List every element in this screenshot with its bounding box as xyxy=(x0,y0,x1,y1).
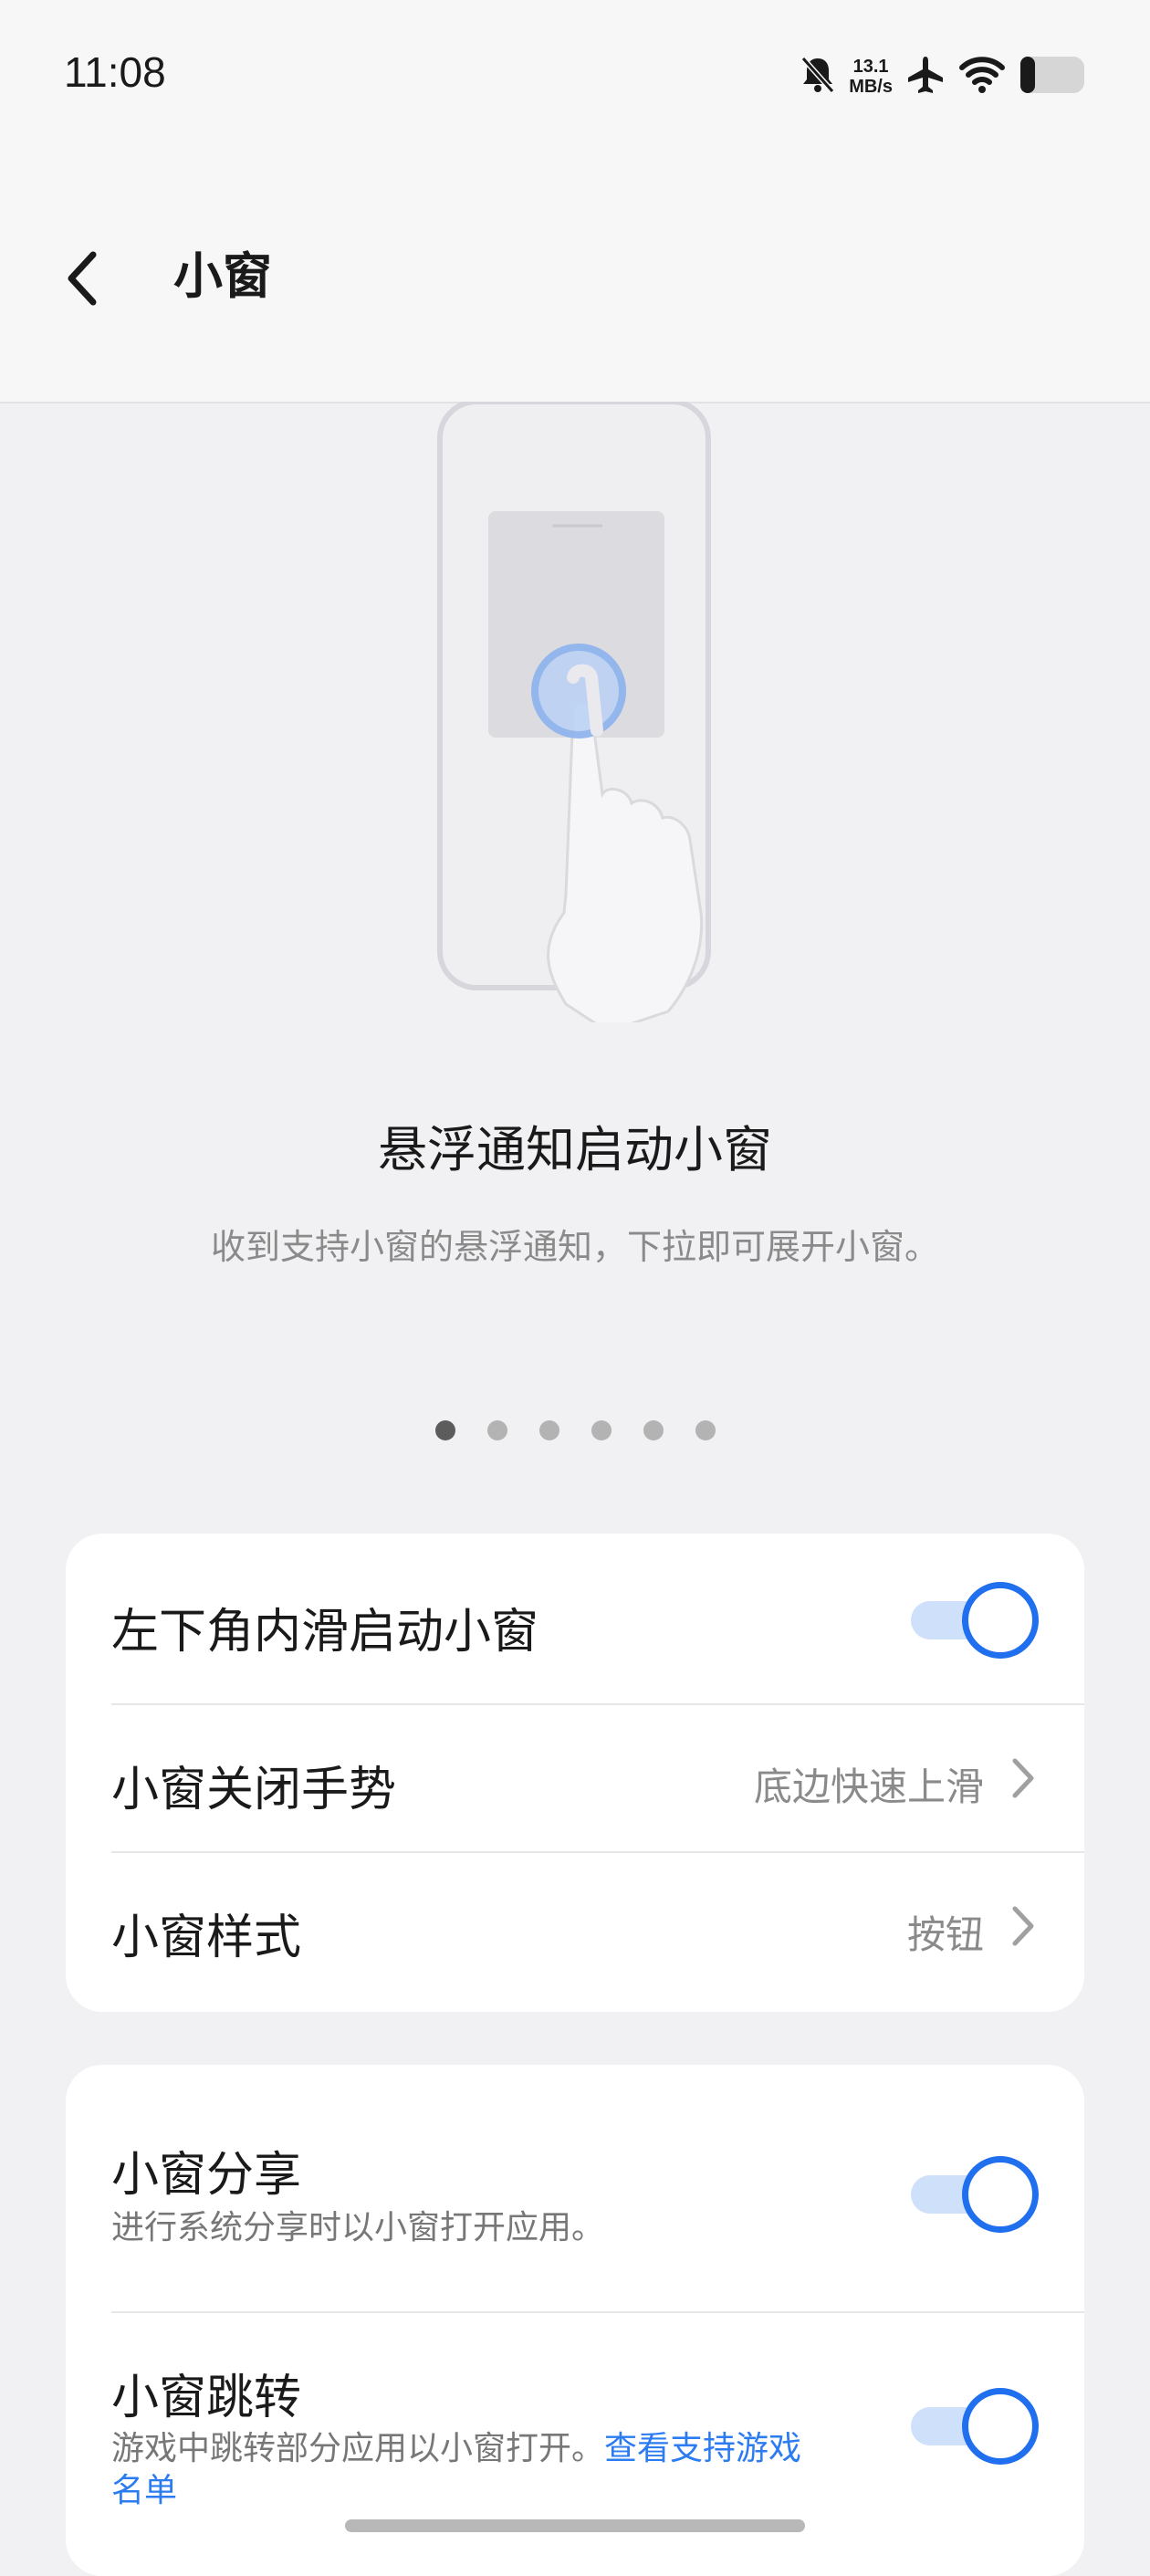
status-bar: 11:08 13.1 MB/s xyxy=(0,0,1150,146)
setting-subtitle-text: 游戏中跳转部分应用以小窗打开。 xyxy=(111,2430,605,2467)
header: 小窗 xyxy=(0,146,1150,403)
chevron-left-icon xyxy=(68,251,97,306)
page-dot[interactable] xyxy=(538,1420,559,1440)
page-title: 小窗 xyxy=(173,247,272,305)
toggle-knob xyxy=(962,2388,1039,2465)
chevron-right-icon xyxy=(1012,1906,1034,1946)
page-dot-active[interactable] xyxy=(434,1420,455,1440)
setting-value: 底边快速上滑 xyxy=(753,1764,984,1809)
share-toggle[interactable] xyxy=(911,2156,1039,2233)
carousel-title: 悬浮通知启动小窗 xyxy=(378,1121,772,1178)
page-dot[interactable] xyxy=(643,1420,664,1440)
net-speed: 13.1 MB/s xyxy=(849,57,893,97)
feature-illustration xyxy=(429,399,739,1033)
setting-label: 小窗关闭手势 xyxy=(111,1763,397,1817)
toggle-knob xyxy=(962,2156,1039,2233)
net-speed-value: 13.1 xyxy=(852,57,889,77)
setting-subtitle: 游戏中跳转部分应用以小窗打开。查看支持游戏名单 xyxy=(111,2428,823,2512)
jump-toggle[interactable] xyxy=(911,2388,1039,2465)
airplane-icon xyxy=(905,55,946,99)
net-speed-unit: MB/s xyxy=(849,77,893,97)
page-dot[interactable] xyxy=(695,1420,716,1440)
settings-card-gestures: 左下角内滑启动小窗 小窗关闭手势 底边快速上滑 小窗样式 按钮 xyxy=(66,1534,1084,2012)
carousel-indicator[interactable] xyxy=(0,1420,1150,1440)
status-icons: 13.1 MB/s xyxy=(800,51,1086,102)
battery-icon xyxy=(1019,55,1086,99)
home-indicator[interactable] xyxy=(345,2519,805,2532)
carousel-description: 收到支持小窗的悬浮通知，下拉即可展开小窗。 xyxy=(210,1227,939,1267)
setting-label: 小窗分享 xyxy=(111,2148,302,2203)
setting-value: 按钮 xyxy=(906,1912,984,1957)
setting-label: 小窗跳转 xyxy=(111,2371,302,2425)
setting-row-window-style[interactable]: 小窗样式 按钮 xyxy=(111,1853,1039,2012)
chevron-right-icon xyxy=(1012,1758,1034,1798)
corner-swipe-toggle[interactable] xyxy=(911,1582,1039,1659)
setting-label: 小窗样式 xyxy=(111,1911,302,1965)
setting-row-jump[interactable]: 小窗跳转 游戏中跳转部分应用以小窗打开。查看支持游戏名单 xyxy=(111,2313,1039,2576)
status-time: 11:08 xyxy=(64,48,166,96)
setting-label: 左下角内滑启动小窗 xyxy=(111,1605,539,1660)
page-dot[interactable] xyxy=(486,1420,507,1440)
toggle-knob xyxy=(962,1582,1039,1659)
setting-row-close-gesture[interactable]: 小窗关闭手势 底边快速上滑 xyxy=(111,1705,1039,1851)
setting-row-corner-swipe[interactable]: 左下角内滑启动小窗 xyxy=(111,1534,1039,1703)
setting-row-share[interactable]: 小窗分享 进行系统分享时以小窗打开应用。 xyxy=(111,2065,1039,2311)
bell-muted-icon xyxy=(800,55,836,99)
setting-subtitle: 进行系统分享时以小窗打开应用。 xyxy=(111,2209,605,2246)
page-dot[interactable] xyxy=(591,1420,612,1440)
wifi-icon xyxy=(958,55,1006,99)
settings-card-sharing: 小窗分享 进行系统分享时以小窗打开应用。 小窗跳转 游戏中跳转部分应用以小窗打开… xyxy=(66,2065,1084,2576)
back-button[interactable] xyxy=(64,237,128,319)
